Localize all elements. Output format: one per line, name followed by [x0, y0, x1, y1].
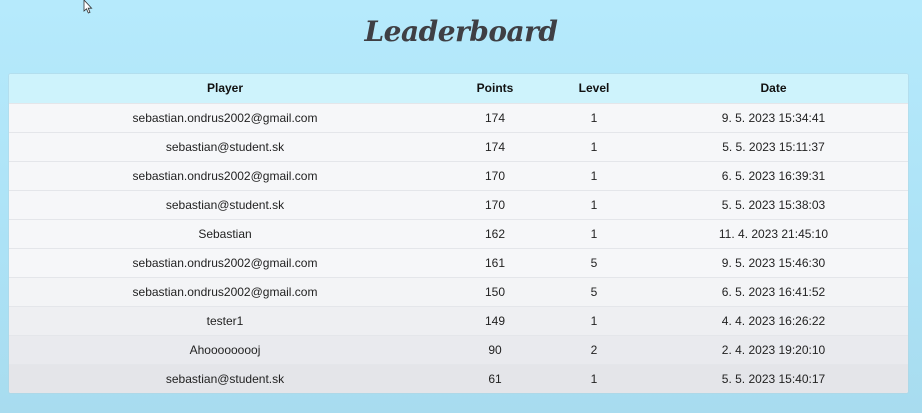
level-cell: 5 — [590, 284, 598, 299]
player-cell: sebastian.ondrus2002@gmail.com — [132, 110, 318, 125]
player-cell: sebastian.ondrus2002@gmail.com — [132, 168, 318, 183]
points-cell: 170 — [484, 168, 506, 183]
player-cell: tester1 — [206, 313, 244, 328]
level-cell: 1 — [590, 226, 598, 241]
level-cell: 1 — [590, 313, 598, 328]
points-cell: 150 — [484, 284, 506, 299]
level-cell: 1 — [590, 197, 598, 212]
column-header-date: Date — [760, 81, 787, 96]
points-cell: 90 — [488, 342, 502, 357]
level-cell: 1 — [590, 139, 598, 154]
column-header-level: Level — [578, 81, 610, 96]
points-cell: 162 — [484, 226, 506, 241]
date-cell: 4. 4. 2023 16:26:22 — [721, 313, 826, 328]
table-row: sebastian@student.sk 61 1 5. 5. 2023 15:… — [9, 364, 908, 393]
table-row: sebastian@student.sk 174 1 5. 5. 2023 15… — [9, 132, 908, 161]
date-cell: 5. 5. 2023 15:38:03 — [721, 197, 826, 212]
date-cell: 6. 5. 2023 16:39:31 — [721, 168, 826, 183]
points-cell: 161 — [484, 255, 506, 270]
player-cell: Ahooooooooj — [189, 342, 261, 357]
table-row: sebastian@student.sk 170 1 5. 5. 2023 15… — [9, 190, 908, 219]
points-cell: 61 — [488, 371, 502, 386]
page-title: Leaderboard — [364, 15, 558, 48]
player-cell: sebastian.ondrus2002@gmail.com — [132, 255, 318, 270]
table-header-row: Player Points Level Date — [9, 74, 908, 103]
table-row: sebastian.ondrus2002@gmail.com 174 1 9. … — [9, 103, 908, 132]
points-cell: 174 — [484, 139, 506, 154]
leaderboard-table: Player Points Level Date sebastian.ondru… — [9, 74, 908, 393]
points-cell: 174 — [484, 110, 506, 125]
date-cell: 5. 5. 2023 15:11:37 — [722, 139, 825, 154]
player-cell: sebastian@student.sk — [165, 371, 285, 386]
player-cell: sebastian@student.sk — [165, 197, 285, 212]
player-cell: sebastian@student.sk — [165, 139, 285, 154]
level-cell: 1 — [590, 110, 598, 125]
date-cell: 9. 5. 2023 15:46:30 — [721, 255, 826, 270]
points-cell: 170 — [484, 197, 506, 212]
column-header-points: Points — [476, 81, 514, 96]
leaderboard-table-container: Player Points Level Date sebastian.ondru… — [9, 74, 908, 393]
date-cell: 11. 4. 2023 21:45:10 — [718, 226, 829, 241]
column-header-player: Player — [206, 81, 244, 96]
table-row: tester1 149 1 4. 4. 2023 16:26:22 — [9, 306, 908, 335]
level-cell: 5 — [590, 255, 598, 270]
date-cell: 6. 5. 2023 16:41:52 — [721, 284, 826, 299]
table-row: sebastian.ondrus2002@gmail.com 150 5 6. … — [9, 277, 908, 306]
player-cell: sebastian.ondrus2002@gmail.com — [132, 284, 318, 299]
level-cell: 2 — [590, 342, 598, 357]
table-row: Sebastian 162 1 11. 4. 2023 21:45:10 — [9, 219, 908, 248]
date-cell: 5. 5. 2023 15:40:17 — [721, 371, 826, 386]
date-cell: 9. 5. 2023 15:34:41 — [721, 110, 826, 125]
table-row: sebastian.ondrus2002@gmail.com 170 1 6. … — [9, 161, 908, 190]
player-cell: Sebastian — [198, 226, 252, 241]
level-cell: 1 — [590, 168, 598, 183]
points-cell: 149 — [484, 313, 506, 328]
level-cell: 1 — [590, 371, 598, 386]
date-cell: 2. 4. 2023 19:20:10 — [721, 342, 826, 357]
table-row: sebastian.ondrus2002@gmail.com 161 5 9. … — [9, 248, 908, 277]
table-row: Ahooooooooj 90 2 2. 4. 2023 19:20:10 — [9, 335, 908, 364]
